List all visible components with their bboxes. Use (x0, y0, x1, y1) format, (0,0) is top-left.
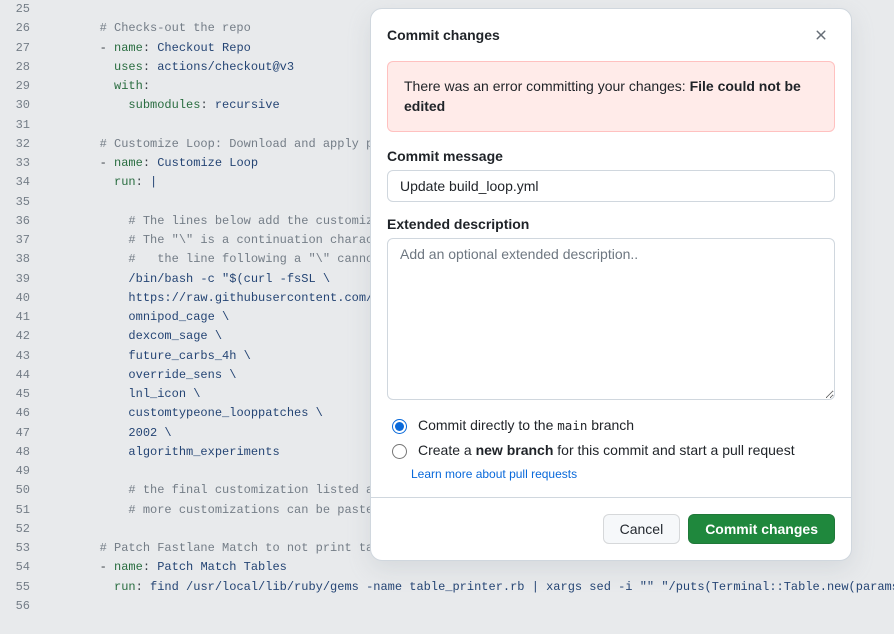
create-branch-radio-row[interactable]: Create a new branch for this commit and … (387, 442, 835, 459)
commit-dialog: Commit changes There was an error commit… (370, 8, 852, 561)
dialog-title: Commit changes (387, 27, 500, 43)
dialog-footer: Cancel Commit changes (371, 497, 851, 560)
close-button[interactable] (807, 21, 835, 49)
commit-message-label: Commit message (387, 148, 835, 164)
create-branch-radio[interactable] (392, 444, 407, 459)
error-text: There was an error committing your chang… (404, 78, 690, 94)
learn-more-link[interactable]: Learn more about pull requests (411, 467, 577, 481)
extended-description-label: Extended description (387, 216, 835, 232)
dialog-header: Commit changes (371, 9, 851, 53)
commit-direct-radio-row[interactable]: Commit directly to the main branch (387, 417, 835, 434)
cancel-button[interactable]: Cancel (603, 514, 681, 544)
commit-message-input[interactable] (387, 170, 835, 202)
commit-changes-button[interactable]: Commit changes (688, 514, 835, 544)
commit-direct-label: Commit directly to the main branch (418, 417, 634, 433)
error-banner: There was an error committing your chang… (387, 61, 835, 132)
commit-direct-radio[interactable] (392, 419, 407, 434)
create-branch-label: Create a new branch for this commit and … (418, 442, 795, 458)
extended-description-textarea[interactable] (387, 238, 835, 400)
close-icon (813, 27, 829, 43)
dialog-body: There was an error committing your chang… (371, 53, 851, 497)
